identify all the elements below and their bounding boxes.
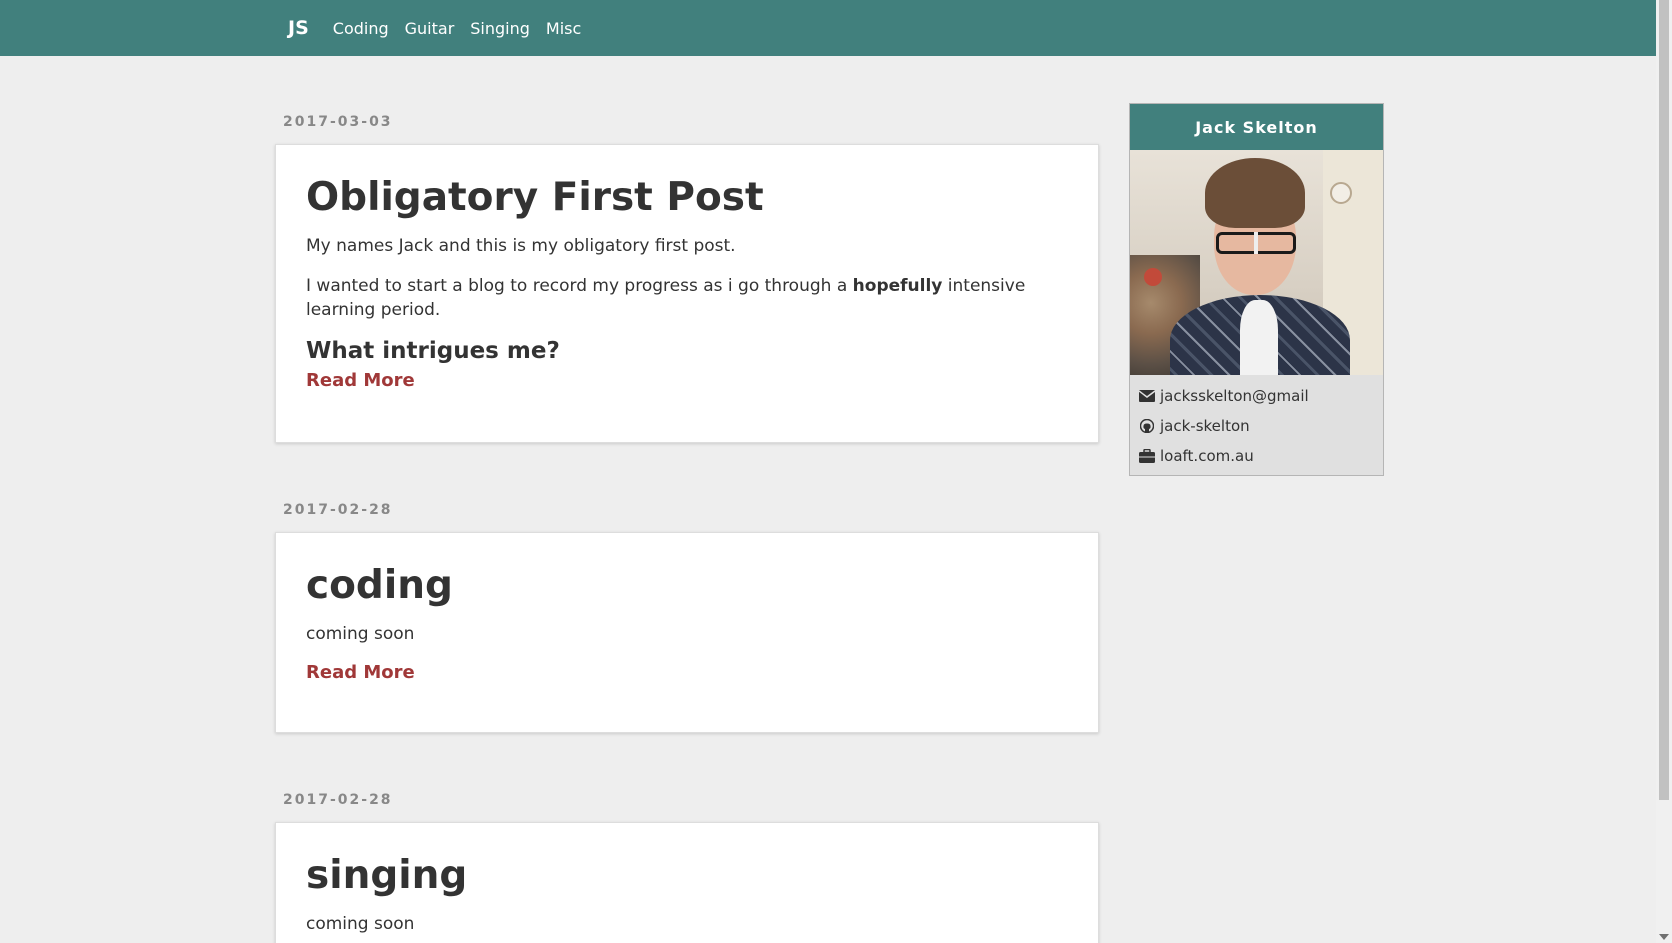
avatar [1130, 150, 1383, 375]
post-date: 2017-03-03 [283, 114, 393, 130]
email-text: jacksskelton@gmail [1160, 387, 1309, 405]
post-paragraph: I wanted to start a blog to record my pr… [306, 274, 1068, 322]
post-paragraph: My names Jack and this is my obligatory … [306, 235, 736, 256]
github-link[interactable]: jack-skelton [1138, 411, 1375, 441]
read-more-link[interactable]: Read More [306, 370, 415, 391]
website-link[interactable]: loaft.com.au [1138, 441, 1375, 471]
post-title[interactable]: coding [306, 563, 1068, 610]
scroll-down-arrow-icon[interactable] [1659, 934, 1669, 940]
glasses [1216, 232, 1296, 254]
email-link[interactable]: jacksskelton@gmail [1138, 381, 1375, 411]
post-card-first: Obligatory First Post My names Jack and … [275, 144, 1099, 443]
profile-links: jacksskelton@gmail jack-skelton loaft.co… [1130, 375, 1383, 475]
post-paragraph: coming soon [306, 623, 415, 644]
post-card-singing: singing coming soon [275, 822, 1099, 943]
nav-link-coding[interactable]: Coding [333, 19, 389, 38]
post-title[interactable]: singing [306, 853, 1068, 900]
github-icon [1138, 418, 1156, 434]
post-date: 2017-02-28 [283, 792, 393, 808]
post-text-bold: hopefully [852, 275, 943, 296]
nav-link-guitar[interactable]: Guitar [405, 19, 455, 38]
nav-link-misc[interactable]: Misc [546, 19, 581, 38]
post-text-segment: I wanted to start a blog to record my pr… [306, 275, 853, 296]
plush-toy-red [1144, 268, 1162, 286]
white-tshirt [1240, 300, 1278, 375]
website-text: loaft.com.au [1160, 447, 1254, 465]
read-more-link[interactable]: Read More [306, 662, 415, 683]
profile-name: Jack Skelton [1130, 104, 1383, 150]
brand-logo[interactable]: JS [288, 17, 309, 39]
hair [1205, 158, 1305, 228]
wall-clock [1330, 182, 1352, 204]
nav-link-singing[interactable]: Singing [470, 19, 530, 38]
github-text: jack-skelton [1160, 417, 1250, 435]
scrollbar-thumb[interactable] [1659, 0, 1669, 800]
profile-card: Jack Skelton jacksskelton@gmail jack-ske… [1129, 103, 1384, 476]
post-card-coding: coding coming soon Read More [275, 532, 1099, 733]
envelope-icon [1138, 388, 1156, 404]
top-navbar: JS Coding Guitar Singing Misc [0, 0, 1656, 56]
post-subheading: What intrigues me? [306, 337, 560, 364]
page-scrollbar[interactable] [1656, 0, 1672, 943]
post-date: 2017-02-28 [283, 502, 393, 518]
briefcase-icon [1138, 448, 1156, 464]
post-title[interactable]: Obligatory First Post [306, 175, 1068, 222]
post-paragraph: coming soon [306, 913, 415, 934]
